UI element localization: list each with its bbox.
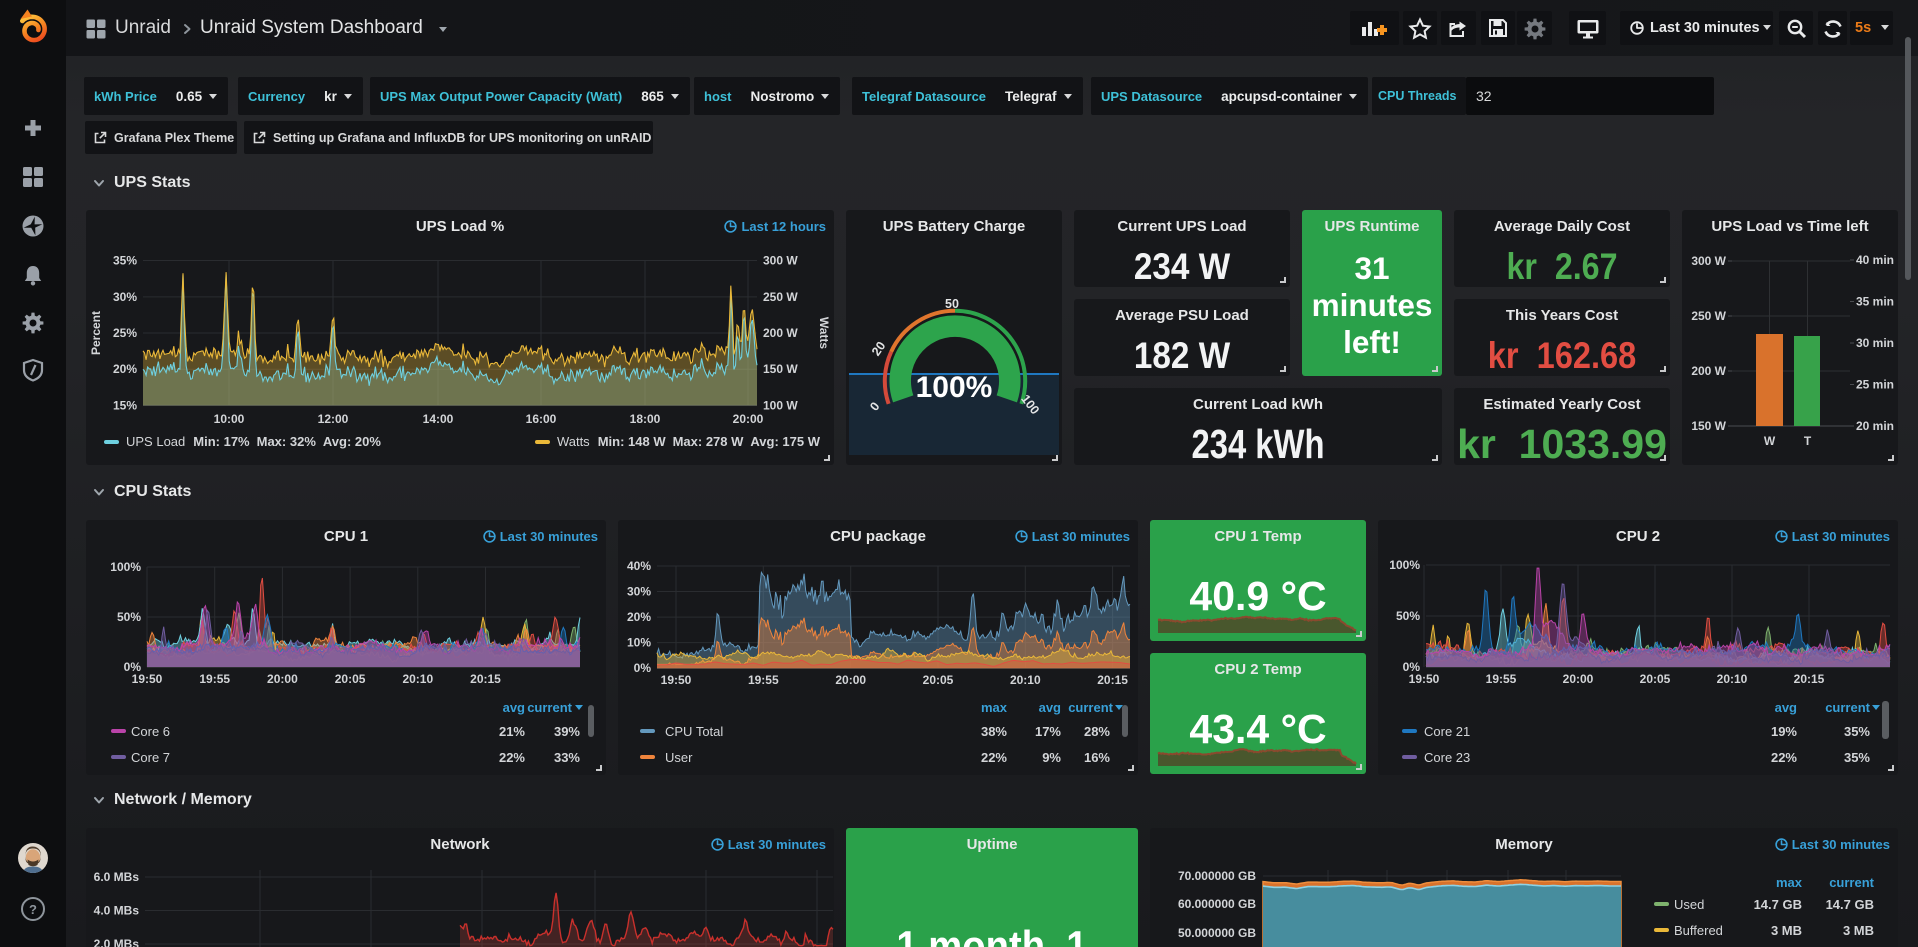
svg-text:300 W: 300 W: [1691, 254, 1726, 268]
svg-text:20:10: 20:10: [1717, 672, 1748, 686]
svg-text:20:15: 20:15: [470, 672, 501, 686]
svg-text:20 min: 20 min: [1856, 419, 1894, 433]
svg-text:20:00: 20:00: [1563, 672, 1594, 686]
svg-text:19:50: 19:50: [132, 672, 163, 686]
svg-text:W: W: [1764, 434, 1776, 448]
svg-text:70.000000 GB: 70.000000 GB: [1178, 869, 1256, 883]
svg-text:20: 20: [869, 339, 888, 358]
svg-text:20:05: 20:05: [923, 673, 954, 687]
svg-text:Percent: Percent: [89, 311, 103, 355]
svg-text:100%: 100%: [110, 560, 141, 574]
svg-text:250 W: 250 W: [763, 290, 798, 304]
svg-text:19:55: 19:55: [1486, 672, 1517, 686]
svg-text:20:00: 20:00: [267, 672, 298, 686]
svg-text:50%: 50%: [117, 610, 141, 624]
svg-text:20%: 20%: [627, 610, 651, 624]
svg-text:20:05: 20:05: [335, 672, 366, 686]
svg-text:10:00: 10:00: [214, 412, 245, 426]
svg-text:200 W: 200 W: [1691, 364, 1726, 378]
svg-text:30 min: 30 min: [1856, 336, 1894, 350]
svg-text:18:00: 18:00: [630, 412, 661, 426]
svg-text:20:00: 20:00: [835, 673, 866, 687]
svg-text:50: 50: [945, 297, 959, 311]
svg-text:T: T: [1804, 434, 1812, 448]
svg-text:300 W: 300 W: [763, 254, 798, 268]
svg-text:2.0 MBs: 2.0 MBs: [94, 937, 140, 947]
svg-text:25%: 25%: [113, 326, 137, 340]
svg-text:20:10: 20:10: [1010, 673, 1041, 687]
svg-text:60.000000 GB: 60.000000 GB: [1178, 897, 1256, 911]
svg-text:30%: 30%: [627, 585, 651, 599]
svg-text:35%: 35%: [113, 254, 137, 268]
svg-text:20:05: 20:05: [1640, 672, 1671, 686]
svg-text:200 W: 200 W: [763, 326, 798, 340]
svg-text:30%: 30%: [113, 290, 137, 304]
svg-text:14:00: 14:00: [423, 412, 454, 426]
svg-text:150 W: 150 W: [1691, 419, 1726, 433]
svg-text:50.000000 GB: 50.000000 GB: [1178, 926, 1256, 940]
svg-text:6.0 MBs: 6.0 MBs: [94, 870, 140, 884]
svg-text:50%: 50%: [1396, 609, 1420, 623]
svg-text:19:50: 19:50: [661, 673, 692, 687]
svg-text:40 min: 40 min: [1856, 253, 1894, 267]
svg-text:20:15: 20:15: [1097, 673, 1128, 687]
svg-text:0%: 0%: [634, 661, 652, 675]
svg-text:20%: 20%: [113, 362, 137, 376]
svg-text:12:00: 12:00: [318, 412, 349, 426]
svg-text:25 min: 25 min: [1856, 378, 1894, 392]
svg-text:19:55: 19:55: [199, 672, 230, 686]
svg-text:19:50: 19:50: [1409, 672, 1440, 686]
svg-text:19:55: 19:55: [748, 673, 779, 687]
svg-text:20:10: 20:10: [402, 672, 433, 686]
svg-text:10%: 10%: [627, 636, 651, 650]
svg-text:15%: 15%: [113, 398, 137, 412]
svg-text:40%: 40%: [627, 559, 651, 573]
svg-text:35 min: 35 min: [1856, 295, 1894, 309]
svg-text:Watts: Watts: [817, 317, 831, 350]
svg-text:100%: 100%: [1389, 558, 1420, 572]
svg-text:16:00: 16:00: [526, 412, 557, 426]
svg-text:4.0 MBs: 4.0 MBs: [94, 904, 140, 918]
svg-text:?: ?: [29, 902, 37, 917]
svg-text:20:15: 20:15: [1794, 672, 1825, 686]
svg-text:150 W: 150 W: [763, 362, 798, 376]
svg-text:20:00: 20:00: [733, 412, 764, 426]
svg-text:250 W: 250 W: [1691, 309, 1726, 323]
svg-text:100 W: 100 W: [763, 398, 798, 412]
